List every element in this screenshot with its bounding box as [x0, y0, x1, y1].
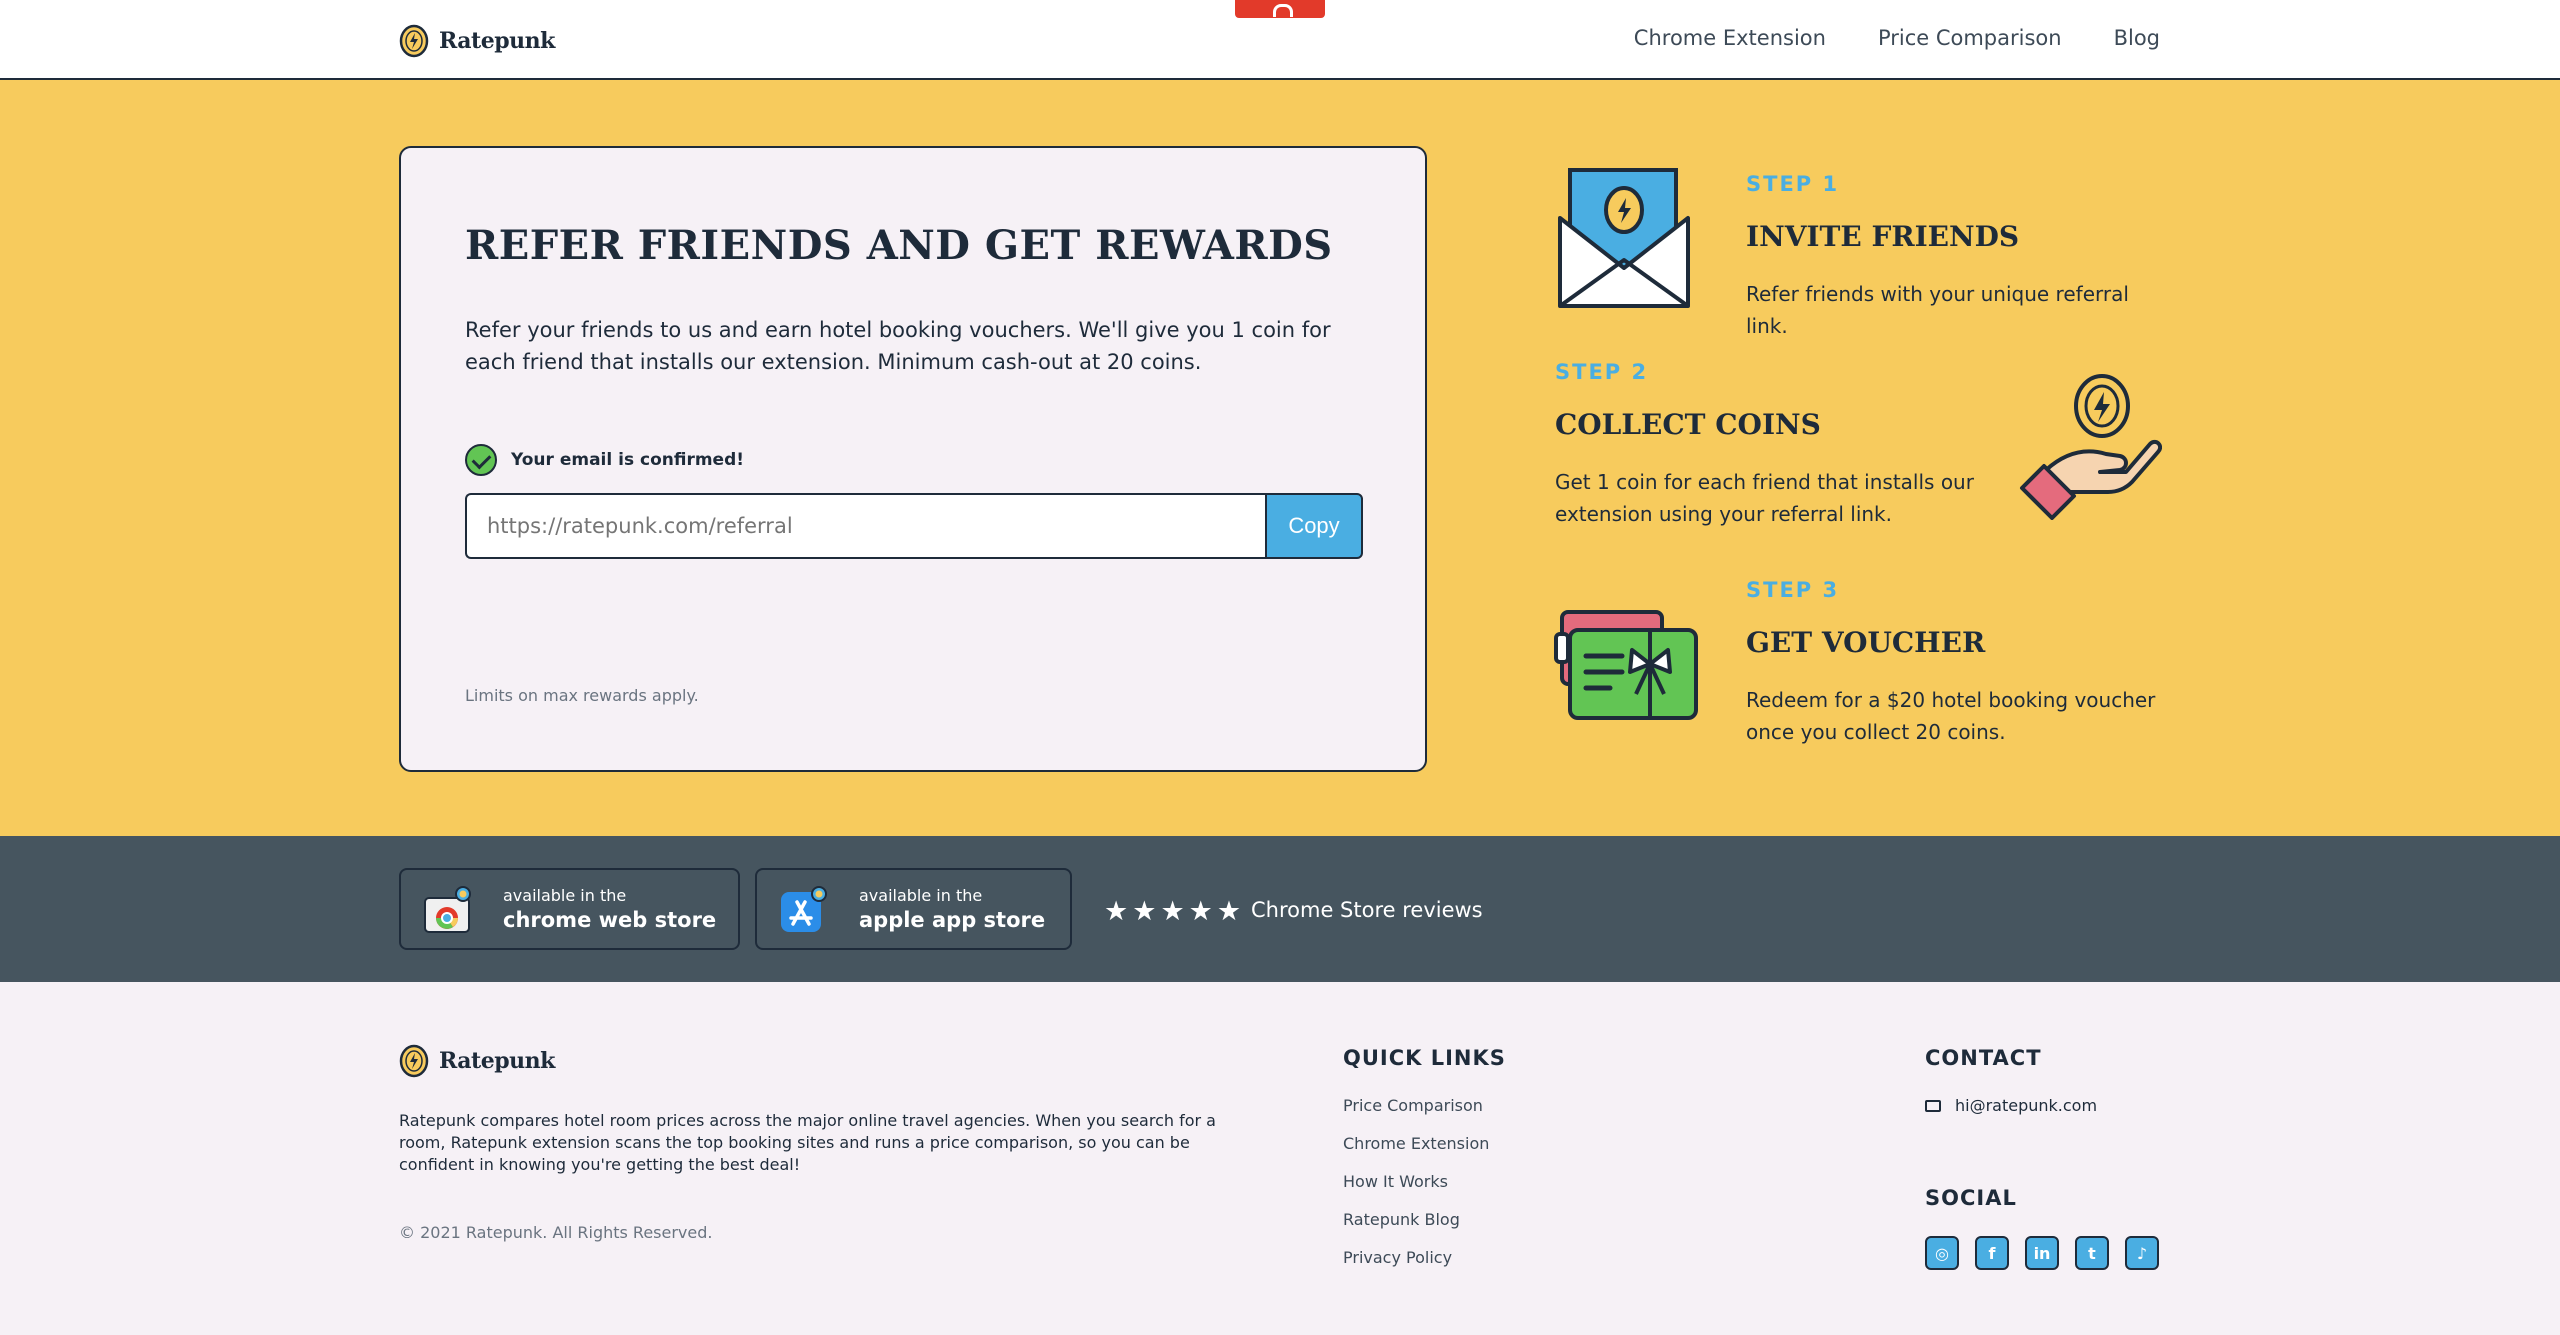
contact-email-text: hi@ratepunk.com [1955, 1096, 2098, 1115]
step-2-description: Get 1 coin for each friend that installs… [1555, 470, 1974, 526]
referral-card: REFER FRIENDS AND GET REWARDS Refer your… [399, 146, 1427, 772]
mail-icon [1925, 1099, 1941, 1112]
gift-voucher-icon [1554, 610, 1698, 720]
step-2-title: COLLECT COINS [1555, 408, 1821, 441]
envelope-coin-icon [1558, 168, 1690, 308]
footer-link-privacy-policy[interactable]: Privacy Policy [1343, 1248, 1489, 1268]
tiktok-icon[interactable]: ♪ [2125, 1236, 2159, 1270]
check-icon [465, 444, 497, 476]
step-1-description: Refer friends with your unique referral … [1746, 282, 2129, 338]
step-3-title: GET VOUCHER [1746, 626, 1986, 659]
footer-brand-name: Ratepunk [439, 1048, 555, 1074]
store-badges-band: available in the chrome web store availa… [0, 836, 2560, 982]
apple-badge-big-text: apple app store [859, 908, 1046, 932]
chrome-web-store-badge[interactable]: available in the chrome web store [399, 868, 740, 950]
limits-note: Limits on max rewards apply. [465, 686, 699, 705]
social-heading: SOCIAL [1925, 1186, 2017, 1210]
footer-link-price-comparison[interactable]: Price Comparison [1343, 1096, 1489, 1116]
email-confirmed-text: Your email is confirmed! [511, 450, 744, 470]
site-footer: Ratepunk Ratepunk compares hotel room pr… [0, 982, 2560, 1335]
contact-heading: CONTACT [1925, 1046, 2042, 1070]
copy-button[interactable]: Copy [1265, 493, 1363, 559]
footer-link-chrome-extension[interactable]: Chrome Extension [1343, 1134, 1489, 1154]
quick-links-list: Price Comparison Chrome Extension How It… [1343, 1096, 1489, 1268]
app-store-icon [781, 886, 827, 932]
social-links: ◎ f in t ♪ [1925, 1236, 2159, 1270]
star-icon: ★ [1132, 896, 1157, 927]
step-3-description: Redeem for a $20 hotel booking voucher o… [1746, 688, 2156, 744]
hero-section: REFER FRIENDS AND GET REWARDS Refer your… [0, 80, 2560, 836]
email-confirmed-status: Your email is confirmed! [465, 444, 744, 476]
brand-name: Ratepunk [439, 28, 555, 54]
apple-badge-small-text: available in the [859, 886, 983, 905]
nav-price-comparison[interactable]: Price Comparison [1878, 26, 2062, 50]
referral-description: Refer your friends to us and earn hotel … [465, 318, 1331, 374]
step-1-title: INVITE FRIENDS [1746, 220, 2020, 253]
chrome-store-reviews-link[interactable]: Chrome Store reviews [1251, 898, 1483, 922]
twitter-icon[interactable]: t [2075, 1236, 2109, 1270]
chrome-store-icon [424, 886, 471, 933]
footer-link-how-it-works[interactable]: How It Works [1343, 1172, 1489, 1192]
star-icon: ★ [1216, 896, 1242, 927]
referral-link-input[interactable] [465, 493, 1265, 559]
step-1-label: STEP 1 [1746, 172, 1840, 196]
nav-chrome-extension[interactable]: Chrome Extension [1634, 26, 1826, 50]
chrome-badge-big-text: chrome web store [503, 908, 717, 932]
step-3-label: STEP 3 [1746, 578, 1840, 602]
site-header: Ratepunk Chrome Extension Price Comparis… [0, 0, 2560, 80]
top-tab-indicator[interactable] [1235, 0, 1325, 18]
footer-about: Ratepunk compares hotel room prices acro… [399, 1111, 1216, 1174]
nav-blog[interactable]: Blog [2114, 26, 2160, 50]
instagram-icon[interactable]: ◎ [1925, 1236, 1959, 1270]
referral-title: REFER FRIENDS AND GET REWARDS [465, 222, 1333, 269]
main-nav: Chrome Extension Price Comparison Blog [1634, 26, 2160, 50]
chrome-badge-small-text: available in the [503, 886, 627, 905]
star-icon: ★ [1160, 896, 1185, 927]
footer-link-ratepunk-blog[interactable]: Ratepunk Blog [1343, 1210, 1489, 1230]
hand-coin-icon [2020, 374, 2162, 520]
footer-brand-logo[interactable]: Ratepunk [399, 1044, 555, 1078]
linkedin-icon[interactable]: in [2025, 1236, 2059, 1270]
coin-logo-icon [399, 24, 429, 58]
star-icon: ★ [1104, 896, 1129, 927]
step-2-label: STEP 2 [1555, 360, 1649, 384]
footer-copyright: © 2021 Ratepunk. All Rights Reserved. [399, 1223, 713, 1242]
quick-links-heading: QUICK LINKS [1343, 1046, 1506, 1070]
coin-logo-icon [399, 1044, 429, 1078]
facebook-icon[interactable]: f [1975, 1236, 2009, 1270]
contact-email[interactable]: hi@ratepunk.com [1925, 1096, 2097, 1115]
rating-stars: ★ ★ ★ ★ ★ [1104, 898, 1241, 925]
brand-logo[interactable]: Ratepunk [399, 24, 555, 58]
star-icon: ★ [1188, 896, 1213, 927]
apple-app-store-badge[interactable]: available in the apple app store [755, 868, 1072, 950]
